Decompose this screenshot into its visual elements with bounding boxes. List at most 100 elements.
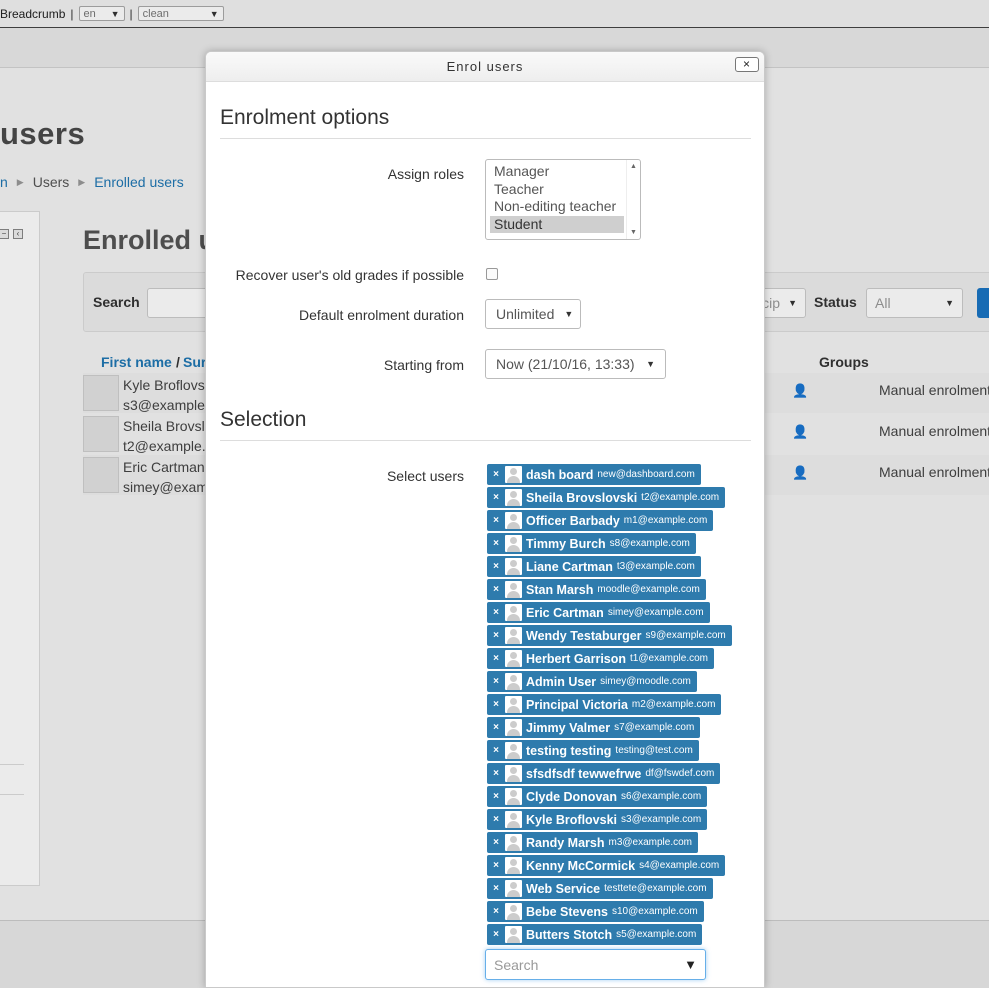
selected-user-tag[interactable]: × Stan Marsh moodle@example.com <box>487 579 706 600</box>
remove-icon[interactable]: × <box>491 630 501 641</box>
list-item: × Herbert Garrison t1@example.com <box>487 648 737 671</box>
selected-user-tag[interactable]: × Timmy Burch s8@example.com <box>487 533 696 554</box>
list-item: × Jimmy Valmer s7@example.com <box>487 717 737 740</box>
user-avatar-icon <box>505 765 522 782</box>
remove-icon[interactable]: × <box>491 722 501 733</box>
selected-user-tag[interactable]: × Wendy Testaburger s9@example.com <box>487 625 732 646</box>
selected-user-tag[interactable]: × Sheila Brovslovski t2@example.com <box>487 487 726 508</box>
assign-roles-label: Assign roles <box>387 166 464 182</box>
selected-user-email: s10@example.com <box>611 906 698 917</box>
remove-icon[interactable]: × <box>491 837 501 848</box>
enrol-users-dialog: Enrol users × Enrolment options Assign r… <box>205 51 765 988</box>
selected-user-tag[interactable]: × Clyde Donovan s6@example.com <box>487 786 708 807</box>
role-option-non-editing-teacher[interactable]: Non-editing teacher <box>490 198 624 216</box>
selected-user-tag[interactable]: × Officer Barbady m1@example.com <box>487 510 714 531</box>
selected-user-name: Admin User <box>526 674 597 689</box>
selected-user-email: df@fswdef.com <box>645 768 715 779</box>
list-item: × Admin User simey@moodle.com <box>487 671 737 694</box>
remove-icon[interactable]: × <box>491 607 501 618</box>
selected-user-tag[interactable]: × Liane Cartman t3@example.com <box>487 556 701 577</box>
remove-icon[interactable]: × <box>491 584 501 595</box>
starting-from-select[interactable]: Now (21/10/16, 13:33) ▼ <box>485 349 666 379</box>
list-item: × Eric Cartman simey@example.com <box>487 602 737 625</box>
selected-user-email: testtete@example.com <box>604 883 707 894</box>
selected-user-name: Bebe Stevens <box>526 904 608 919</box>
remove-icon[interactable]: × <box>491 791 501 802</box>
remove-icon[interactable]: × <box>491 515 501 526</box>
list-item: × Bebe Stevens s10@example.com <box>487 901 737 924</box>
selected-user-email: m1@example.com <box>623 515 708 526</box>
dialog-header: Enrol users × <box>206 52 764 82</box>
selected-user-tag[interactable]: × Kenny McCormick s4@example.com <box>487 855 726 876</box>
enrolment-duration-select[interactable]: Unlimited ▼ <box>485 299 581 329</box>
role-option-teacher[interactable]: Teacher <box>490 181 624 199</box>
assign-roles-select[interactable]: Manager Teacher Non-editing teacher Stud… <box>485 159 641 240</box>
remove-icon[interactable]: × <box>491 860 501 871</box>
scroll-up-icon[interactable]: ▲ <box>630 163 637 170</box>
user-avatar-icon <box>505 535 522 552</box>
remove-icon[interactable]: × <box>491 676 501 687</box>
remove-icon[interactable]: × <box>491 906 501 917</box>
list-item: × Timmy Burch s8@example.com <box>487 533 737 556</box>
scroll-down-icon[interactable]: ▼ <box>630 229 637 236</box>
selected-user-tag[interactable]: × sfsdfsdf tewwefrwe df@fswdef.com <box>487 763 721 784</box>
selected-user-name: Jimmy Valmer <box>526 720 611 735</box>
starting-from-label: Starting from <box>383 357 464 373</box>
user-avatar-icon <box>505 742 522 759</box>
user-avatar-icon <box>505 627 522 644</box>
selected-user-email: moodle@example.com <box>597 584 700 595</box>
selected-user-tag[interactable]: × Admin User simey@moodle.com <box>487 671 697 692</box>
remove-icon[interactable]: × <box>491 653 501 664</box>
remove-icon[interactable]: × <box>491 814 501 825</box>
list-item: × Principal Victoria m2@example.com <box>487 694 737 717</box>
selected-user-tag[interactable]: × testing testing testing@test.com <box>487 740 699 761</box>
selected-user-email: simey@moodle.com <box>600 676 691 687</box>
list-item: × testing testing testing@test.com <box>487 740 737 763</box>
selected-user-tag[interactable]: × Randy Marsh m3@example.com <box>487 832 699 853</box>
role-option-student[interactable]: Student <box>490 215 624 233</box>
remove-icon[interactable]: × <box>491 929 501 940</box>
selected-user-email: s5@example.com <box>616 929 697 940</box>
selected-user-name: Kyle Broflovski <box>526 812 618 827</box>
selected-user-tag[interactable]: × Bebe Stevens s10@example.com <box>487 901 704 922</box>
user-avatar-icon <box>505 512 522 529</box>
selected-user-name: Herbert Garrison <box>526 651 627 666</box>
remove-icon[interactable]: × <box>491 561 501 572</box>
remove-icon[interactable]: × <box>491 538 501 549</box>
user-avatar-icon <box>505 857 522 874</box>
selected-user-tag[interactable]: × Jimmy Valmer s7@example.com <box>487 717 701 738</box>
remove-icon[interactable]: × <box>491 699 501 710</box>
close-button[interactable]: × <box>735 57 759 72</box>
select-users-label: Select users <box>386 468 464 484</box>
selected-user-tag[interactable]: × Eric Cartman simey@example.com <box>487 602 710 623</box>
remove-icon[interactable]: × <box>491 469 501 480</box>
selected-user-email: s9@example.com <box>645 630 726 641</box>
recover-grades-checkbox[interactable] <box>486 268 498 280</box>
remove-icon[interactable]: × <box>491 745 501 756</box>
selected-user-tag[interactable]: × dash board new@dashboard.com <box>487 464 701 485</box>
list-item: × Web Service testtete@example.com <box>487 878 737 901</box>
scrollbar[interactable]: ▲ ▼ <box>626 160 640 239</box>
list-item: × Sheila Brovslovski t2@example.com <box>487 487 737 510</box>
selected-user-tag[interactable]: × Kyle Broflovski s3@example.com <box>487 809 708 830</box>
remove-icon[interactable]: × <box>491 768 501 779</box>
list-item: × Liane Cartman t3@example.com <box>487 556 737 579</box>
selected-user-name: sfsdfsdf tewwefrwe <box>526 766 642 781</box>
list-item: × Clyde Donovan s6@example.com <box>487 786 737 809</box>
list-item: × Kyle Broflovski s3@example.com <box>487 809 737 832</box>
remove-icon[interactable]: × <box>491 492 501 503</box>
remove-icon[interactable]: × <box>491 883 501 894</box>
selected-user-tag[interactable]: × Butters Stotch s5@example.com <box>487 924 703 945</box>
user-search-input[interactable]: Search ▼ <box>485 949 706 980</box>
selected-user-tag[interactable]: × Herbert Garrison t1@example.com <box>487 648 714 669</box>
role-option-manager[interactable]: Manager <box>490 163 624 181</box>
selected-user-tag[interactable]: × Principal Victoria m2@example.com <box>487 694 722 715</box>
selected-user-email: s4@example.com <box>639 860 720 871</box>
dropdown-arrow-icon[interactable]: ▼ <box>684 957 697 972</box>
chevron-down-icon: ▼ <box>564 309 574 319</box>
user-avatar-icon <box>505 903 522 920</box>
selected-user-name: Wendy Testaburger <box>526 628 642 643</box>
selected-user-name: dash board <box>526 467 594 482</box>
selected-user-email: t3@example.com <box>616 561 695 572</box>
selected-user-tag[interactable]: × Web Service testtete@example.com <box>487 878 713 899</box>
